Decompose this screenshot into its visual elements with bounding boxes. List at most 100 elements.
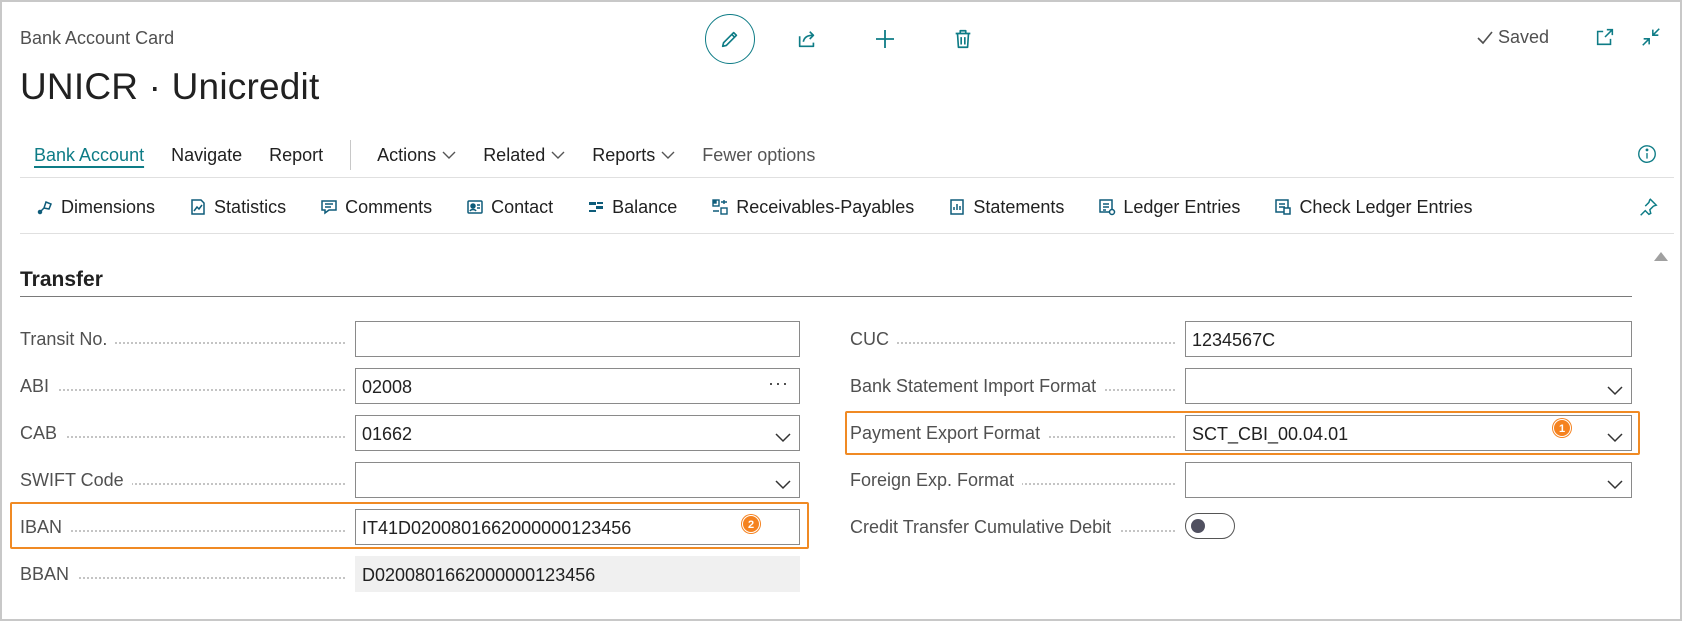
label-leader <box>850 342 1175 344</box>
action-contact-label: Contact <box>491 196 554 217</box>
menu-divider <box>20 177 1674 178</box>
iban-input[interactable]: IT41D0200801662000000123456 <box>355 509 800 545</box>
chevron-down-icon <box>1607 427 1623 443</box>
dimensions-icon <box>36 198 54 216</box>
info-button[interactable] <box>1636 143 1658 165</box>
open-new-window-button[interactable] <box>1594 26 1618 50</box>
chevron-down-icon <box>775 474 791 490</box>
share-icon <box>796 28 818 50</box>
callout-badge-1: 1 <box>1553 419 1571 437</box>
toggle-knob <box>1191 519 1205 533</box>
menu-related[interactable]: Related <box>483 145 565 166</box>
abi-input[interactable]: 02008 ··· <box>355 368 800 404</box>
share-button[interactable] <box>794 26 820 52</box>
action-ledger-entries-label: Ledger Entries <box>1123 196 1241 217</box>
field-foreign-exp-format: Foreign Exp. Format <box>850 462 1632 498</box>
page-title: UNICR · Unicredit <box>20 66 320 107</box>
chevron-down-icon <box>775 427 791 443</box>
action-dimensions[interactable]: Dimensions <box>36 197 155 218</box>
field-swift-code: SWIFT Code <box>20 462 800 498</box>
saved-label: Saved <box>1498 27 1550 47</box>
cab-value: 01662 <box>362 424 413 444</box>
field-payment-export-format: Payment Export Format SCT_CBI_00.04.01 <box>850 415 1632 451</box>
action-comments-label: Comments <box>345 196 433 217</box>
action-dimensions-label: Dimensions <box>61 196 156 217</box>
bban-value: D0200801662000000123456 <box>355 556 800 592</box>
fewer-options-button[interactable]: Fewer options <box>702 145 815 166</box>
plus-icon <box>873 27 897 51</box>
iban-label: IBAN <box>20 517 71 538</box>
info-icon <box>1636 143 1658 165</box>
action-statistics[interactable]: Statistics <box>189 197 286 218</box>
menu-bar: Bank Account Navigate Report Actions Rel… <box>34 140 842 170</box>
cuc-label: CUC <box>850 329 897 350</box>
menu-actions[interactable]: Actions <box>377 145 456 166</box>
menu-related-label: Related <box>483 144 546 165</box>
action-receivables-payables[interactable]: Receivables-Payables <box>711 197 914 218</box>
swift-code-label: SWIFT Code <box>20 470 132 491</box>
action-check-ledger-entries-label: Check Ledger Entries <box>1299 196 1473 217</box>
field-bban: BBAN D0200801662000000123456 <box>20 556 800 592</box>
receivables-payables-icon <box>711 198 729 216</box>
new-button[interactable] <box>872 26 898 52</box>
action-balance-label: Balance <box>612 196 678 217</box>
abi-value: 02008 <box>362 377 413 397</box>
contact-icon <box>466 198 484 216</box>
section-underline <box>20 296 1632 297</box>
abi-label: ABI <box>20 376 58 397</box>
foreign-exp-format-select[interactable] <box>1185 462 1632 498</box>
open-new-window-icon <box>1594 26 1618 48</box>
action-bar: Dimensions Statistics Comments Contact B… <box>36 193 1507 221</box>
page-caption: Bank Account Card <box>20 28 175 48</box>
menu-report[interactable]: Report <box>269 145 323 166</box>
edit-button[interactable] <box>705 14 755 64</box>
check-ledger-entries-icon <box>1274 198 1292 216</box>
callout-badge-2: 2 <box>742 515 760 533</box>
chevron-down-icon <box>551 150 565 160</box>
field-cuc: CUC 1234567C <box>850 321 1632 357</box>
action-bar-divider <box>20 233 1674 234</box>
menu-bank-account[interactable]: Bank Account <box>34 145 144 166</box>
cuc-input[interactable]: 1234567C <box>1185 321 1632 357</box>
collapse-icon <box>1640 26 1664 48</box>
delete-button[interactable] <box>950 26 976 52</box>
abi-lookup-button[interactable]: ··· <box>768 373 789 394</box>
scroll-up-arrow[interactable] <box>1654 252 1668 261</box>
chevron-down-icon <box>661 150 675 160</box>
action-balance[interactable]: Balance <box>587 197 677 218</box>
chevron-down-icon <box>1607 474 1623 490</box>
swift-code-select[interactable] <box>355 462 800 498</box>
menu-navigate[interactable]: Navigate <box>171 145 242 166</box>
pencil-icon <box>719 28 741 50</box>
action-statistics-label: Statistics <box>214 196 287 217</box>
action-receivables-payables-label: Receivables-Payables <box>736 196 915 217</box>
cab-select[interactable]: 01662 <box>355 415 800 451</box>
menu-actions-label: Actions <box>377 144 437 165</box>
label-leader <box>20 436 345 438</box>
credit-transfer-cumulative-debit-label: Credit Transfer Cumulative Debit <box>850 517 1120 538</box>
pin-button[interactable] <box>1637 196 1659 218</box>
bank-statement-import-format-select[interactable] <box>1185 368 1632 404</box>
payment-export-format-value: SCT_CBI_00.04.01 <box>1192 424 1349 444</box>
cab-label: CAB <box>20 423 66 444</box>
trash-icon <box>952 28 974 50</box>
label-leader <box>20 389 345 391</box>
action-comments[interactable]: Comments <box>320 197 432 218</box>
action-ledger-entries[interactable]: Ledger Entries <box>1098 197 1240 218</box>
action-contact[interactable]: Contact <box>466 197 553 218</box>
checkmark-icon <box>1476 30 1494 46</box>
menu-reports[interactable]: Reports <box>592 145 675 166</box>
transit-no-input[interactable] <box>355 321 800 357</box>
credit-transfer-cumulative-debit-toggle[interactable] <box>1185 513 1235 539</box>
foreign-exp-format-label: Foreign Exp. Format <box>850 470 1023 491</box>
menu-reports-label: Reports <box>592 144 656 165</box>
field-iban: IBAN IT41D0200801662000000123456 <box>20 509 800 545</box>
menu-separator <box>350 140 352 170</box>
field-credit-transfer-cumulative-debit: Credit Transfer Cumulative Debit <box>850 509 1632 545</box>
field-cab: CAB 01662 <box>20 415 800 451</box>
collapse-button[interactable] <box>1640 26 1664 50</box>
action-check-ledger-entries[interactable]: Check Ledger Entries <box>1274 196 1473 218</box>
action-statements[interactable]: Statements <box>948 197 1064 218</box>
chevron-down-icon <box>442 150 456 160</box>
transit-no-label: Transit No. <box>20 329 116 350</box>
